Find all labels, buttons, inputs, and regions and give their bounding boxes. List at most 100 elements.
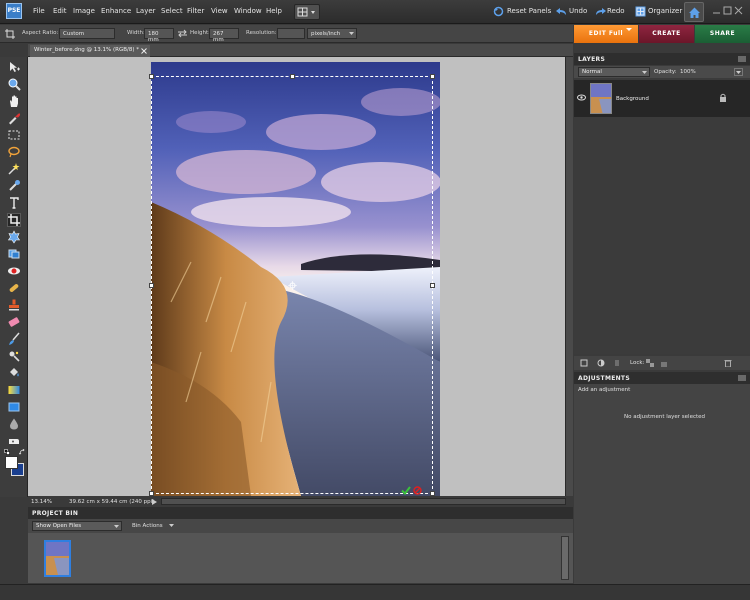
- bin-scrollbar[interactable]: [561, 536, 569, 580]
- menu-layer[interactable]: Layer: [136, 7, 156, 15]
- layer-row-background[interactable]: Background: [574, 80, 750, 117]
- delete-layer-icon[interactable]: [724, 359, 732, 367]
- layers-panel-header[interactable]: LAYERS: [574, 53, 750, 65]
- adjustments-panel: Add an adjustment No adjustment layer se…: [574, 384, 750, 584]
- menu-file[interactable]: File: [33, 7, 45, 15]
- tab-share[interactable]: SHARE: [695, 25, 750, 43]
- panel-menu-icon[interactable]: [738, 375, 746, 381]
- home-icon: [688, 6, 701, 19]
- redo-button[interactable]: Redo: [607, 7, 625, 15]
- vertical-scrollbar[interactable]: [565, 57, 573, 496]
- selection-brush-tool-icon[interactable]: [7, 179, 21, 193]
- eyedropper-tool-icon[interactable]: [7, 111, 21, 125]
- close-icon[interactable]: [734, 6, 743, 15]
- crop-box[interactable]: [149, 74, 435, 496]
- resolution-field[interactable]: [277, 28, 305, 39]
- new-layer-icon[interactable]: [580, 359, 588, 367]
- cancel-crop-icon[interactable]: [413, 486, 422, 495]
- redo-icon[interactable]: [594, 7, 606, 17]
- zoom-readout: 13.14%: [31, 499, 52, 505]
- menu-edit[interactable]: Edit: [53, 7, 67, 15]
- brush-tool-icon[interactable]: [7, 332, 21, 346]
- visibility-eye-icon[interactable]: [577, 94, 586, 101]
- marquee-tool-icon[interactable]: [7, 128, 21, 142]
- minimize-icon[interactable]: [712, 6, 721, 15]
- width-field[interactable]: 180 mm: [144, 28, 174, 43]
- home-button[interactable]: [684, 2, 704, 22]
- menu-image[interactable]: Image: [73, 7, 95, 15]
- height-label: Height:: [190, 30, 211, 36]
- menu-filter[interactable]: Filter: [187, 7, 204, 15]
- reset-panels-icon[interactable]: [493, 6, 504, 17]
- zoom-tool-icon[interactable]: [7, 77, 21, 91]
- crop-handle-top-right[interactable]: [430, 74, 435, 79]
- link-layers-icon[interactable]: [613, 359, 621, 367]
- hand-tool-icon[interactable]: [7, 94, 21, 108]
- undo-icon[interactable]: [556, 7, 568, 17]
- crop-tool-icon[interactable]: [7, 213, 21, 227]
- opacity-value[interactable]: 100%: [680, 69, 696, 75]
- panel-menu-icon[interactable]: [738, 56, 746, 62]
- close-icon[interactable]: [141, 48, 147, 54]
- organizer-button[interactable]: Organizer: [648, 7, 682, 15]
- red-eye-tool-icon[interactable]: [7, 264, 21, 278]
- opacity-menu-icon[interactable]: [734, 68, 743, 76]
- workspace-layout-button[interactable]: [294, 4, 320, 20]
- eraser-tool-icon[interactable]: [7, 315, 21, 329]
- lock-all-icon[interactable]: [660, 359, 668, 367]
- menu-window[interactable]: Window: [234, 7, 262, 15]
- clone-stamp-tool-icon[interactable]: [7, 298, 21, 312]
- crop-handle-right[interactable]: [430, 283, 435, 288]
- gradient-tool-icon[interactable]: [7, 383, 21, 397]
- document-tab[interactable]: Winter_before.dng @ 13.1% (RGB/8) *: [30, 45, 150, 57]
- cookie-cutter-tool-icon[interactable]: [7, 230, 21, 244]
- aspect-ratio-select[interactable]: Custom: [59, 28, 115, 39]
- sponge-tool-icon[interactable]: [7, 434, 21, 448]
- maximize-icon[interactable]: [723, 6, 732, 15]
- show-open-files-select[interactable]: Show Open Files: [32, 521, 122, 531]
- tab-create[interactable]: CREATE: [639, 25, 694, 43]
- bin-thumbnail[interactable]: [44, 540, 71, 577]
- chevron-down-icon[interactable]: [169, 524, 174, 528]
- horizontal-scrollbar[interactable]: [161, 498, 566, 505]
- crop-handle-left[interactable]: [149, 283, 154, 288]
- magic-wand-tool-icon[interactable]: [7, 162, 21, 176]
- menu-help[interactable]: Help: [266, 7, 282, 15]
- undo-button[interactable]: Undo: [569, 7, 587, 15]
- project-bin-header[interactable]: PROJECT BIN: [28, 507, 573, 519]
- project-bin-thumbnails: [28, 533, 573, 583]
- crop-tool-icon[interactable]: [5, 29, 15, 39]
- bin-actions-menu[interactable]: Bin Actions: [132, 523, 163, 529]
- reset-panels-button[interactable]: Reset Panels: [507, 7, 551, 15]
- blur-tool-icon[interactable]: [7, 417, 21, 431]
- type-tool-icon[interactable]: [7, 196, 21, 210]
- move-tool-icon[interactable]: [7, 60, 21, 74]
- tab-edit[interactable]: EDIT Full: [574, 25, 638, 43]
- adjustment-layer-icon[interactable]: [597, 359, 605, 367]
- foreground-color-swatch[interactable]: [5, 456, 18, 469]
- swap-colors-icon[interactable]: [19, 449, 25, 455]
- lock-transparency-icon[interactable]: [646, 359, 654, 367]
- swap-dimensions-icon[interactable]: [177, 29, 188, 38]
- app-logo-icon: PSE: [6, 3, 22, 19]
- resolution-unit-select[interactable]: pixels/inch: [307, 28, 357, 39]
- default-colors-icon[interactable]: [4, 449, 10, 455]
- crop-handle-top[interactable]: [290, 74, 295, 79]
- recompose-tool-icon[interactable]: [7, 247, 21, 261]
- commit-crop-icon[interactable]: [401, 486, 411, 495]
- adjustments-panel-header[interactable]: ADJUSTMENTS: [574, 372, 750, 384]
- height-field[interactable]: 267 mm: [209, 28, 239, 43]
- menu-view[interactable]: View: [211, 7, 228, 15]
- menu-enhance[interactable]: Enhance: [101, 7, 131, 15]
- organizer-icon[interactable]: [635, 6, 646, 17]
- paint-bucket-tool-icon[interactable]: [7, 366, 21, 380]
- menu-select[interactable]: Select: [161, 7, 183, 15]
- status-info-arrow-icon[interactable]: [152, 499, 157, 505]
- chevron-down-icon: [642, 71, 647, 75]
- shape-tool-icon[interactable]: [7, 400, 21, 414]
- crop-handle-top-left[interactable]: [149, 74, 154, 79]
- healing-brush-tool-icon[interactable]: [7, 281, 21, 295]
- smart-brush-tool-icon[interactable]: [7, 349, 21, 363]
- blend-mode-select[interactable]: Normal: [578, 67, 650, 77]
- lasso-tool-icon[interactable]: [7, 145, 21, 159]
